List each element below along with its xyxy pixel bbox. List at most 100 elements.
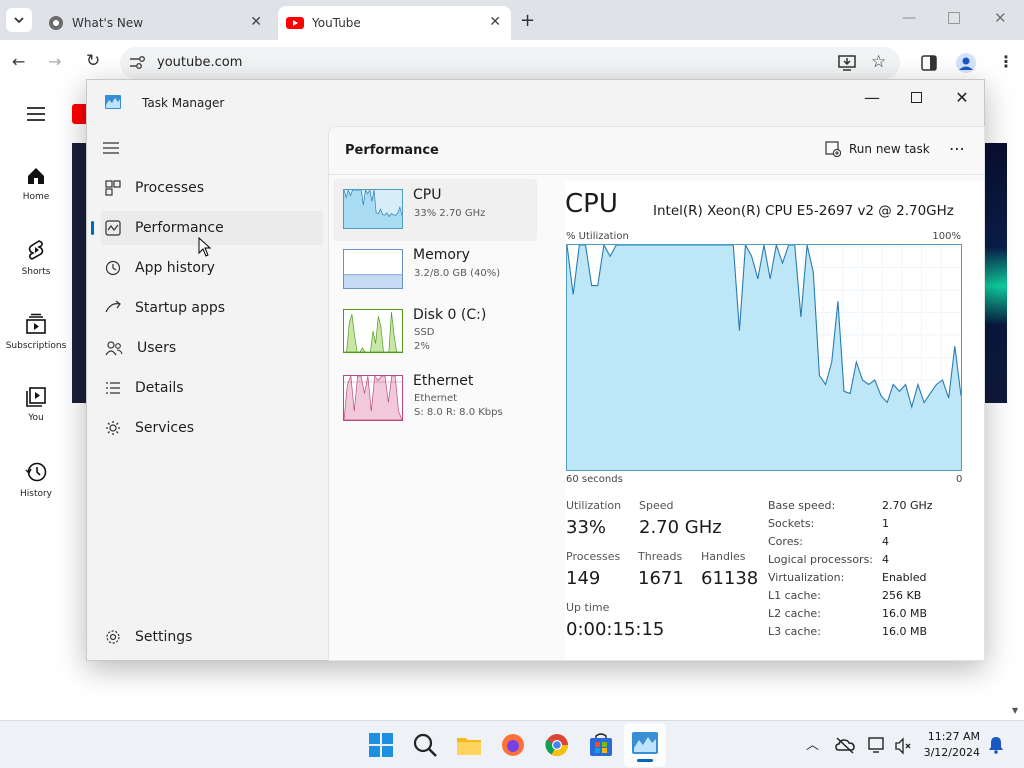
yt-nav-you[interactable]: You [0, 387, 72, 423]
minimize-browser-button[interactable]: — [902, 10, 916, 26]
stat-speed-label: Speed [639, 499, 674, 512]
history-icon [25, 462, 47, 482]
clock-time[interactable]: 11:27 AM [928, 730, 980, 743]
yt-nav-history[interactable]: History [0, 461, 72, 499]
nav-users[interactable]: Users [101, 331, 323, 365]
panel-title: Performance [345, 143, 439, 158]
utilization-axis-label: % Utilization [566, 231, 629, 242]
profile-avatar-icon[interactable] [955, 52, 977, 74]
stat-utilization-value: 33% [566, 517, 607, 538]
volume-muted-icon[interactable] [894, 737, 912, 755]
run-task-icon [825, 141, 841, 157]
cpu-heading: CPU [565, 189, 618, 219]
spec-value: 16.0 MB [882, 625, 928, 638]
stat-processes-value: 149 [566, 568, 601, 589]
stat-processes-label: Processes [566, 550, 621, 563]
window-title: Task Manager [142, 96, 225, 110]
disk-thumbnail-graph [343, 309, 403, 353]
yt-nav-shorts[interactable]: Shorts [0, 239, 72, 277]
side-panel-icon[interactable] [921, 55, 937, 71]
show-hidden-icons-chevron-icon[interactable]: ︿ [806, 734, 819, 753]
close-tab-icon[interactable]: ✕ [250, 14, 262, 30]
nav-details[interactable]: Details [101, 371, 323, 405]
subscriptions-icon [26, 313, 46, 334]
restore-browser-button[interactable] [948, 12, 960, 24]
search-icon[interactable] [411, 731, 439, 759]
task-manager-titlebar: Task Manager — ✕ [87, 80, 984, 124]
tab-youtube[interactable]: YouTube ✕ [278, 6, 511, 40]
home-icon [28, 168, 44, 184]
stat-speed-value: 2.70 GHz [639, 517, 722, 538]
file-explorer-icon[interactable] [455, 731, 483, 759]
device-ethernet[interactable]: Ethernet Ethernet S: 8.0 R: 8.0 Kbps [333, 365, 537, 427]
chrome-favicon-icon [49, 16, 63, 30]
maximize-button[interactable] [893, 84, 939, 112]
site-info-icon[interactable] [128, 55, 146, 71]
spec-value: Enabled [882, 571, 927, 584]
spec-value: 1 [882, 517, 889, 530]
bookmark-star-icon[interactable]: ☆ [871, 52, 886, 72]
onedrive-icon[interactable] [835, 736, 855, 754]
device-memory[interactable]: Memory 3.2/8.0 GB (40%) [333, 239, 537, 301]
more-options-button[interactable]: ⋯ [949, 139, 966, 158]
close-button[interactable]: ✕ [939, 84, 985, 112]
hamburger-menu-icon[interactable] [103, 141, 119, 155]
task-manager-app-icon [632, 732, 658, 754]
device-cpu[interactable]: CPU 33% 2.70 GHz [333, 179, 537, 241]
details-icon [106, 382, 120, 394]
tab-whats-new[interactable]: What's New ✕ [40, 6, 272, 40]
forward-button[interactable]: → [48, 52, 61, 71]
back-button[interactable]: ← [12, 52, 25, 71]
startup-apps-icon [105, 300, 121, 313]
spec-key: L1 cache: [768, 589, 821, 602]
microsoft-store-icon[interactable] [587, 731, 615, 759]
chrome-icon[interactable] [543, 731, 571, 759]
stat-uptime-value: 0:00:15:15 [566, 619, 665, 640]
spec-value: 256 KB [882, 589, 922, 602]
close-browser-button[interactable]: ✕ [994, 9, 1007, 27]
spec-value: 16.0 MB [882, 607, 928, 620]
notification-bell-icon[interactable] [988, 736, 1004, 754]
mouse-cursor-icon [198, 237, 212, 257]
scroll-down-arrow-icon[interactable]: ▼ [1012, 706, 1018, 715]
minimize-button[interactable]: — [849, 84, 895, 112]
firefox-icon[interactable] [499, 731, 527, 759]
new-tab-button[interactable]: + [520, 10, 535, 31]
hamburger-menu-icon[interactable] [26, 106, 46, 122]
reload-button[interactable]: ↻ [86, 51, 100, 71]
yt-nav-subscriptions[interactable]: Subscriptions [0, 313, 72, 351]
stat-handles-label: Handles [701, 550, 746, 563]
utilization-axis-max: 100% [932, 231, 961, 242]
nav-app-history[interactable]: App history [101, 251, 323, 285]
tab-search-button[interactable] [6, 8, 32, 32]
address-bar[interactable]: youtube.com ☆ [120, 47, 900, 79]
task-manager-taskbar-button[interactable] [624, 723, 666, 767]
yt-nav-home[interactable]: Home [0, 166, 72, 202]
panel-header: Performance Run new task ⋯ [329, 127, 984, 175]
you-icon [26, 387, 46, 407]
performance-panel: Performance Run new task ⋯ CPU 33% 2.70 … [328, 126, 985, 661]
task-manager-window: Task Manager — ✕ Processes Performance A… [86, 79, 985, 661]
spec-key: Base speed: [768, 499, 836, 512]
device-disk[interactable]: Disk 0 (C:) SSD 2% [333, 299, 537, 361]
nav-settings[interactable]: Settings [101, 620, 323, 654]
nav-performance[interactable]: Performance [91, 211, 323, 245]
nav-services[interactable]: Services [101, 411, 323, 445]
chevron-down-icon [14, 17, 24, 24]
clock-date[interactable]: 3/12/2024 [924, 746, 980, 759]
url-text: youtube.com [157, 55, 243, 70]
browser-menu-icon[interactable]: ⋮ [998, 52, 1014, 71]
memory-thumb-area [344, 274, 402, 288]
cpu-thumbnail-graph [343, 189, 403, 229]
nav-processes[interactable]: Processes [101, 171, 323, 205]
stat-threads-value: 1671 [638, 568, 684, 589]
nav-startup-apps[interactable]: Startup apps [101, 291, 323, 325]
install-app-icon[interactable] [838, 54, 856, 72]
close-tab-icon[interactable]: ✕ [489, 14, 501, 30]
stat-utilization-label: Utilization [566, 499, 622, 512]
spec-key: L2 cache: [768, 607, 821, 620]
run-new-task-button[interactable]: Run new task [825, 141, 930, 157]
network-icon[interactable] [868, 736, 886, 754]
windows-start-icon[interactable] [367, 731, 395, 759]
ethernet-thumbnail-graph [343, 375, 403, 421]
